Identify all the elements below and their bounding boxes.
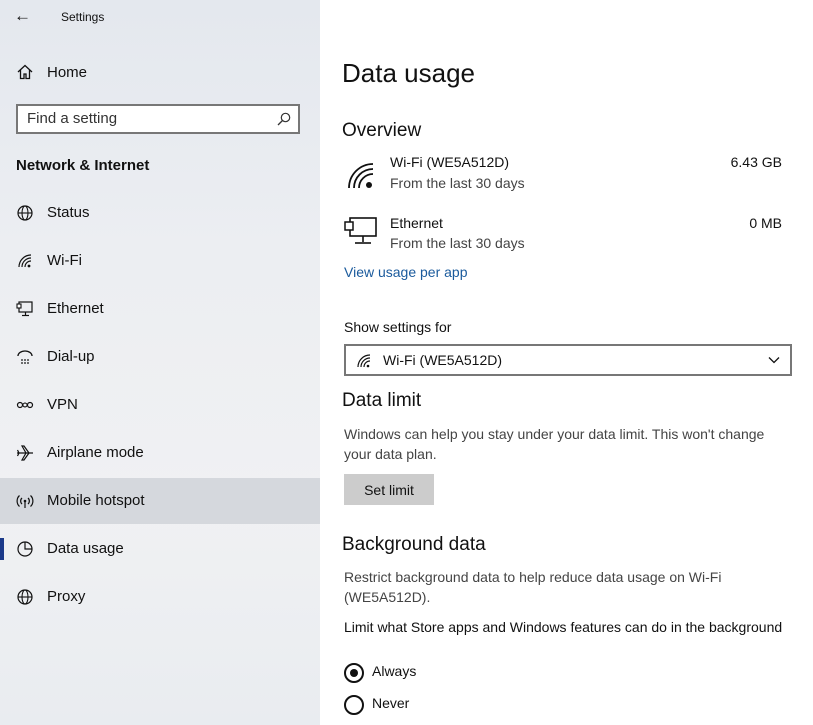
globe-icon [17, 205, 33, 221]
sidebar-item-label: Airplane mode [47, 444, 144, 461]
airplane-icon [16, 445, 33, 461]
sidebar-item-label: Mobile hotspot [47, 492, 145, 509]
sidebar-item-label: VPN [47, 396, 78, 413]
back-arrow-icon[interactable]: ← [14, 6, 34, 26]
radio-label: Never [372, 695, 410, 711]
data-limit-description: Windows can help you stay under your dat… [344, 426, 765, 462]
globe-icon [17, 589, 33, 605]
data-limit-heading: Data limit [342, 390, 422, 411]
vpn-icon [16, 401, 34, 409]
sidebar-item-label: Status [47, 204, 90, 221]
radio-dot [350, 669, 358, 677]
window-title: Settings [61, 10, 105, 24]
show-settings-label: Show settings for [344, 319, 452, 335]
sidebar-item-ethernet[interactable]: Ethernet [0, 286, 320, 332]
view-usage-per-app-link[interactable]: View usage per app [344, 264, 468, 280]
sidebar-item-vpn[interactable]: VPN [0, 382, 320, 428]
wifi-icon [357, 354, 371, 368]
radio-circle[interactable] [344, 663, 364, 683]
home-label: Home [47, 64, 88, 81]
sidebar-item-label: Ethernet [47, 300, 104, 317]
overview-heading: Overview [342, 120, 422, 141]
network-period: From the last 30 days [390, 235, 525, 251]
title-bar: ← Settings [0, 0, 320, 34]
sidebar-item-label: Proxy [47, 588, 86, 605]
search-box[interactable] [16, 104, 300, 134]
page-title: Data usage [342, 58, 475, 88]
home-icon [17, 64, 33, 80]
sidebar-item-airplane-mode[interactable]: Airplane mode [0, 430, 320, 476]
search-icon[interactable] [277, 112, 291, 126]
main-content: Data usage Overview Wi-Fi (WE5A512D) Fro… [320, 0, 813, 725]
pie-chart-icon [17, 541, 33, 557]
background-data-heading: Background data [342, 534, 486, 555]
network-usage-value: 0 MB [749, 215, 782, 231]
sidebar-item-label: Wi-Fi [47, 252, 82, 269]
network-period: From the last 30 days [390, 175, 525, 191]
background-data-question: Limit what Store apps and Windows featur… [344, 619, 783, 635]
sidebar-item-dialup[interactable]: Dial-up [0, 334, 320, 380]
network-select-dropdown[interactable]: Wi-Fi (WE5A512D) [344, 344, 792, 376]
wifi-icon [348, 163, 374, 189]
search-input[interactable] [27, 110, 267, 127]
radio-label: Always [372, 663, 417, 679]
selection-indicator [0, 538, 4, 560]
radio-always[interactable]: Always [344, 662, 544, 684]
sidebar-item-label: Data usage [47, 540, 124, 557]
hotspot-icon [16, 495, 34, 508]
sidebar-item-data-usage[interactable]: Data usage [0, 526, 320, 572]
chevron-down-icon [768, 357, 780, 364]
dialup-icon [17, 350, 33, 364]
sidebar: ← Settings Home Network & Internet Statu… [0, 0, 320, 725]
network-name: Wi-Fi (WE5A512D) [390, 154, 510, 170]
sidebar-item-mobile-hotspot[interactable]: Mobile hotspot [0, 478, 320, 524]
sidebar-item-proxy[interactable]: Proxy [0, 574, 320, 620]
network-usage-value: 6.43 GB [730, 154, 782, 170]
ethernet-icon [16, 301, 33, 317]
sidebar-item-label: Dial-up [47, 348, 95, 365]
background-data-description: Restrict background data to help reduce … [344, 569, 722, 605]
set-limit-button[interactable]: Set limit [344, 474, 434, 505]
wifi-icon [18, 254, 32, 268]
ethernet-icon [344, 217, 377, 244]
section-title: Network & Internet [16, 157, 150, 174]
sidebar-item-wifi[interactable]: Wi-Fi [0, 238, 320, 284]
home-nav-item[interactable]: Home [0, 56, 320, 90]
radio-circle[interactable] [344, 695, 364, 715]
radio-never[interactable]: Never [344, 694, 544, 716]
dropdown-selected-value: Wi-Fi (WE5A512D) [383, 352, 503, 368]
network-name: Ethernet [390, 215, 443, 231]
sidebar-item-status[interactable]: Status [0, 190, 320, 236]
